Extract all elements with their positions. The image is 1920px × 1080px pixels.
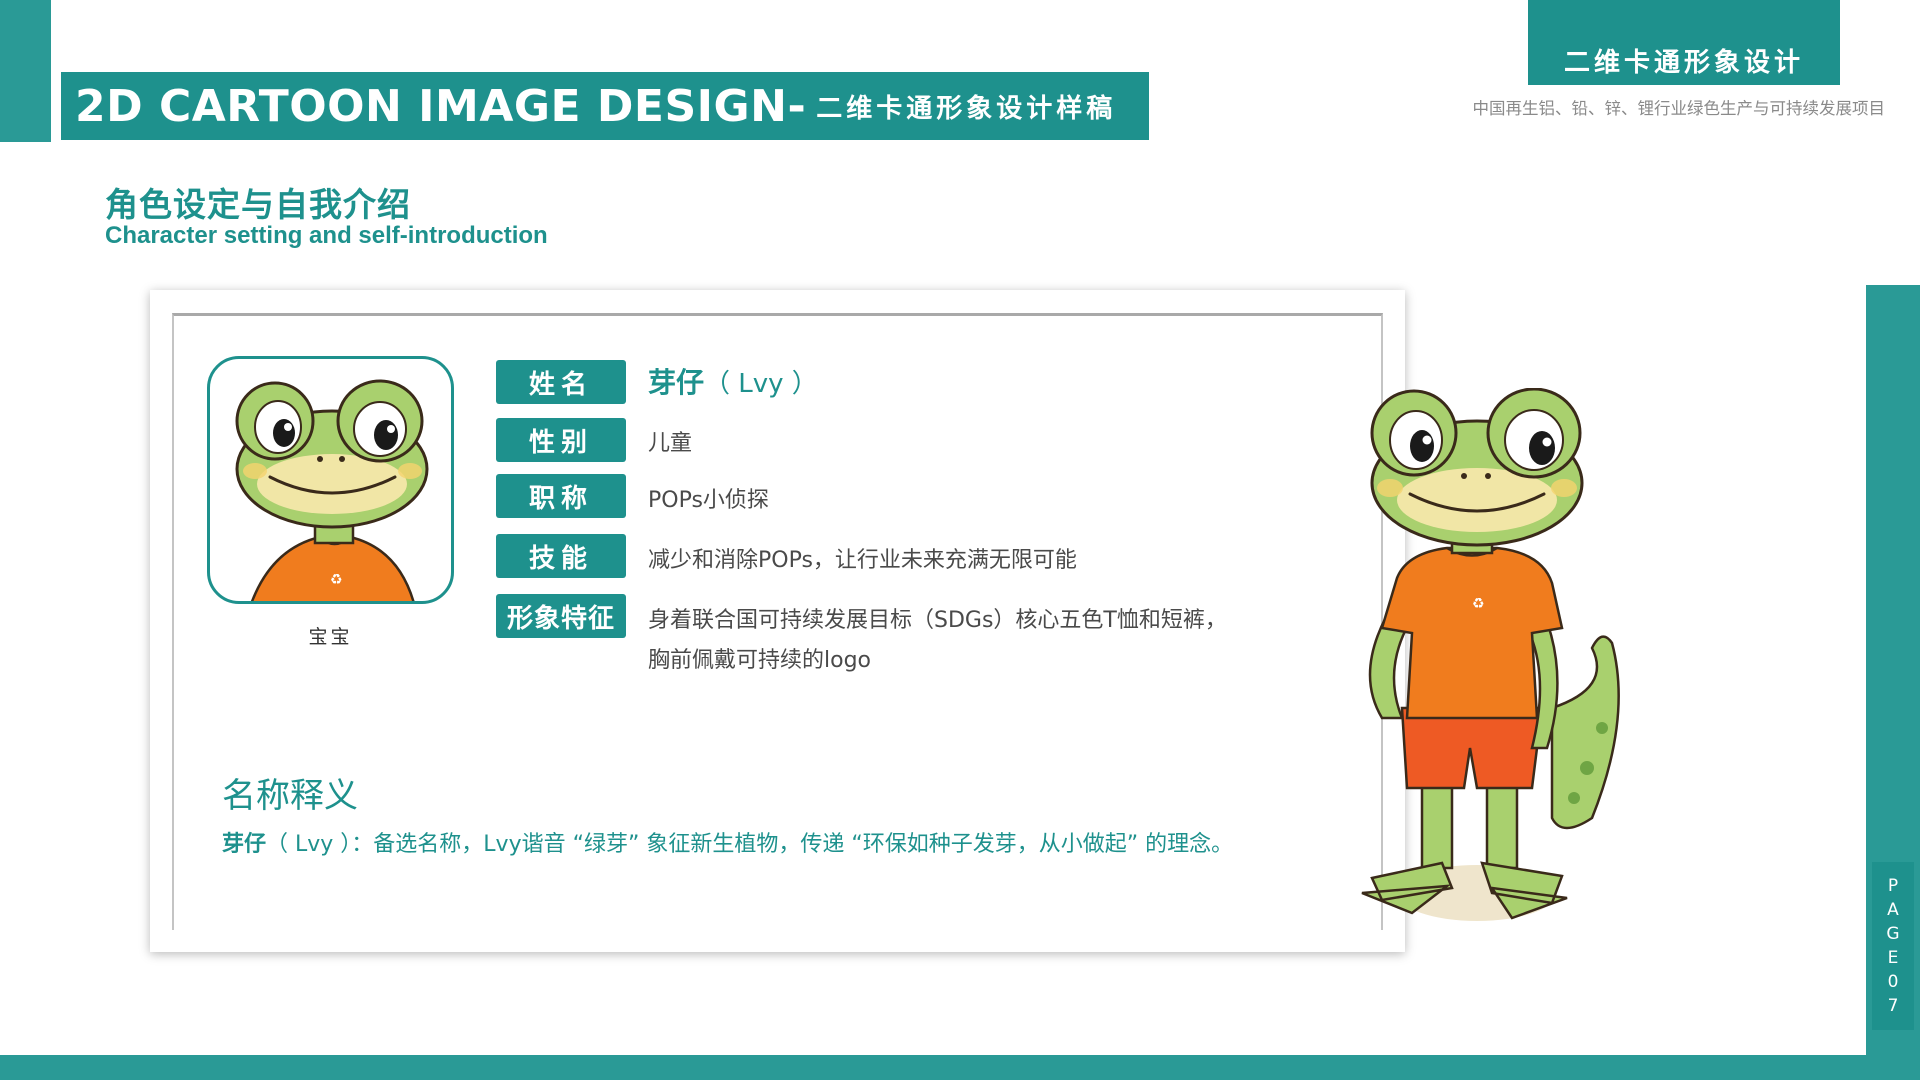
page-letter: G	[1886, 924, 1900, 944]
svg-text:♻: ♻	[1472, 596, 1485, 612]
title-english: 2D CARTOON IMAGE DESIGN-	[75, 80, 807, 132]
label-title: 职称	[496, 474, 626, 518]
naming-text: 芽仔（ Lvy ）：备选名称，Lvy谐音 “绿芽” 象征新生植物，传递 “环保如…	[222, 826, 1233, 858]
left-accent-bar	[0, 0, 51, 142]
frog-head-avatar-image: ♻	[235, 379, 429, 601]
project-name: 中国再生铝、铅、锌、锂行业绿色生产与可持续发展项目	[1472, 99, 1886, 118]
header-badge: 二维卡通形象设计	[1528, 0, 1840, 85]
title-banner: 2D CARTOON IMAGE DESIGN- 二维卡通形象设计样稿	[61, 72, 1149, 140]
value-appearance-line2: 胸前佩戴可持续的logo	[648, 648, 871, 673]
frog-mascot-image: ♻	[1361, 388, 1620, 921]
page-letter: 7	[1887, 996, 1899, 1016]
page-letter: E	[1887, 948, 1899, 968]
naming-title: 名称释义	[222, 776, 358, 816]
bottom-accent-bar	[0, 1055, 1920, 1080]
label-gender: 性别	[496, 418, 626, 462]
avatar: ♻	[207, 356, 454, 604]
page-letter: P	[1887, 876, 1899, 896]
page-letter: A	[1887, 900, 1899, 920]
svg-text:♻: ♻	[330, 572, 343, 588]
value-appearance-line1: 身着联合国可持续发展目标（SDGs）核心五色T恤和短裤，	[648, 608, 1227, 633]
avatar-caption: 宝宝	[308, 626, 353, 648]
header-badge-label: 二维卡通形象设计	[1563, 48, 1804, 78]
section-title-cn: 角色设定与自我介绍	[105, 185, 411, 224]
section-title-en: Character setting and self-introduction	[105, 222, 548, 249]
value-title: POPs小侦探	[648, 488, 769, 513]
value-skill: 减少和消除POPs，让行业未来充满无限可能	[648, 548, 1077, 573]
value-name-main: 芽仔	[648, 366, 705, 399]
value-gender: 儿童	[648, 431, 693, 456]
page-indicator: P A G E 0 7	[1872, 862, 1914, 1030]
page-letter: 0	[1887, 972, 1899, 992]
naming-name-bold: 芽仔	[222, 832, 267, 857]
label-appearance: 形象特征	[496, 594, 626, 638]
label-skill: 技能	[496, 534, 626, 578]
title-chinese: 二维卡通形象设计样稿	[816, 93, 1117, 124]
naming-description: （ Lvy ）：备选名称，Lvy谐音 “绿芽” 象征新生植物，传递 “环保如种子…	[266, 832, 1234, 857]
value-name: 芽仔（ Lvy ）	[648, 361, 818, 401]
value-name-extra: （ Lvy ）	[704, 369, 818, 399]
label-name: 姓名	[496, 360, 626, 404]
